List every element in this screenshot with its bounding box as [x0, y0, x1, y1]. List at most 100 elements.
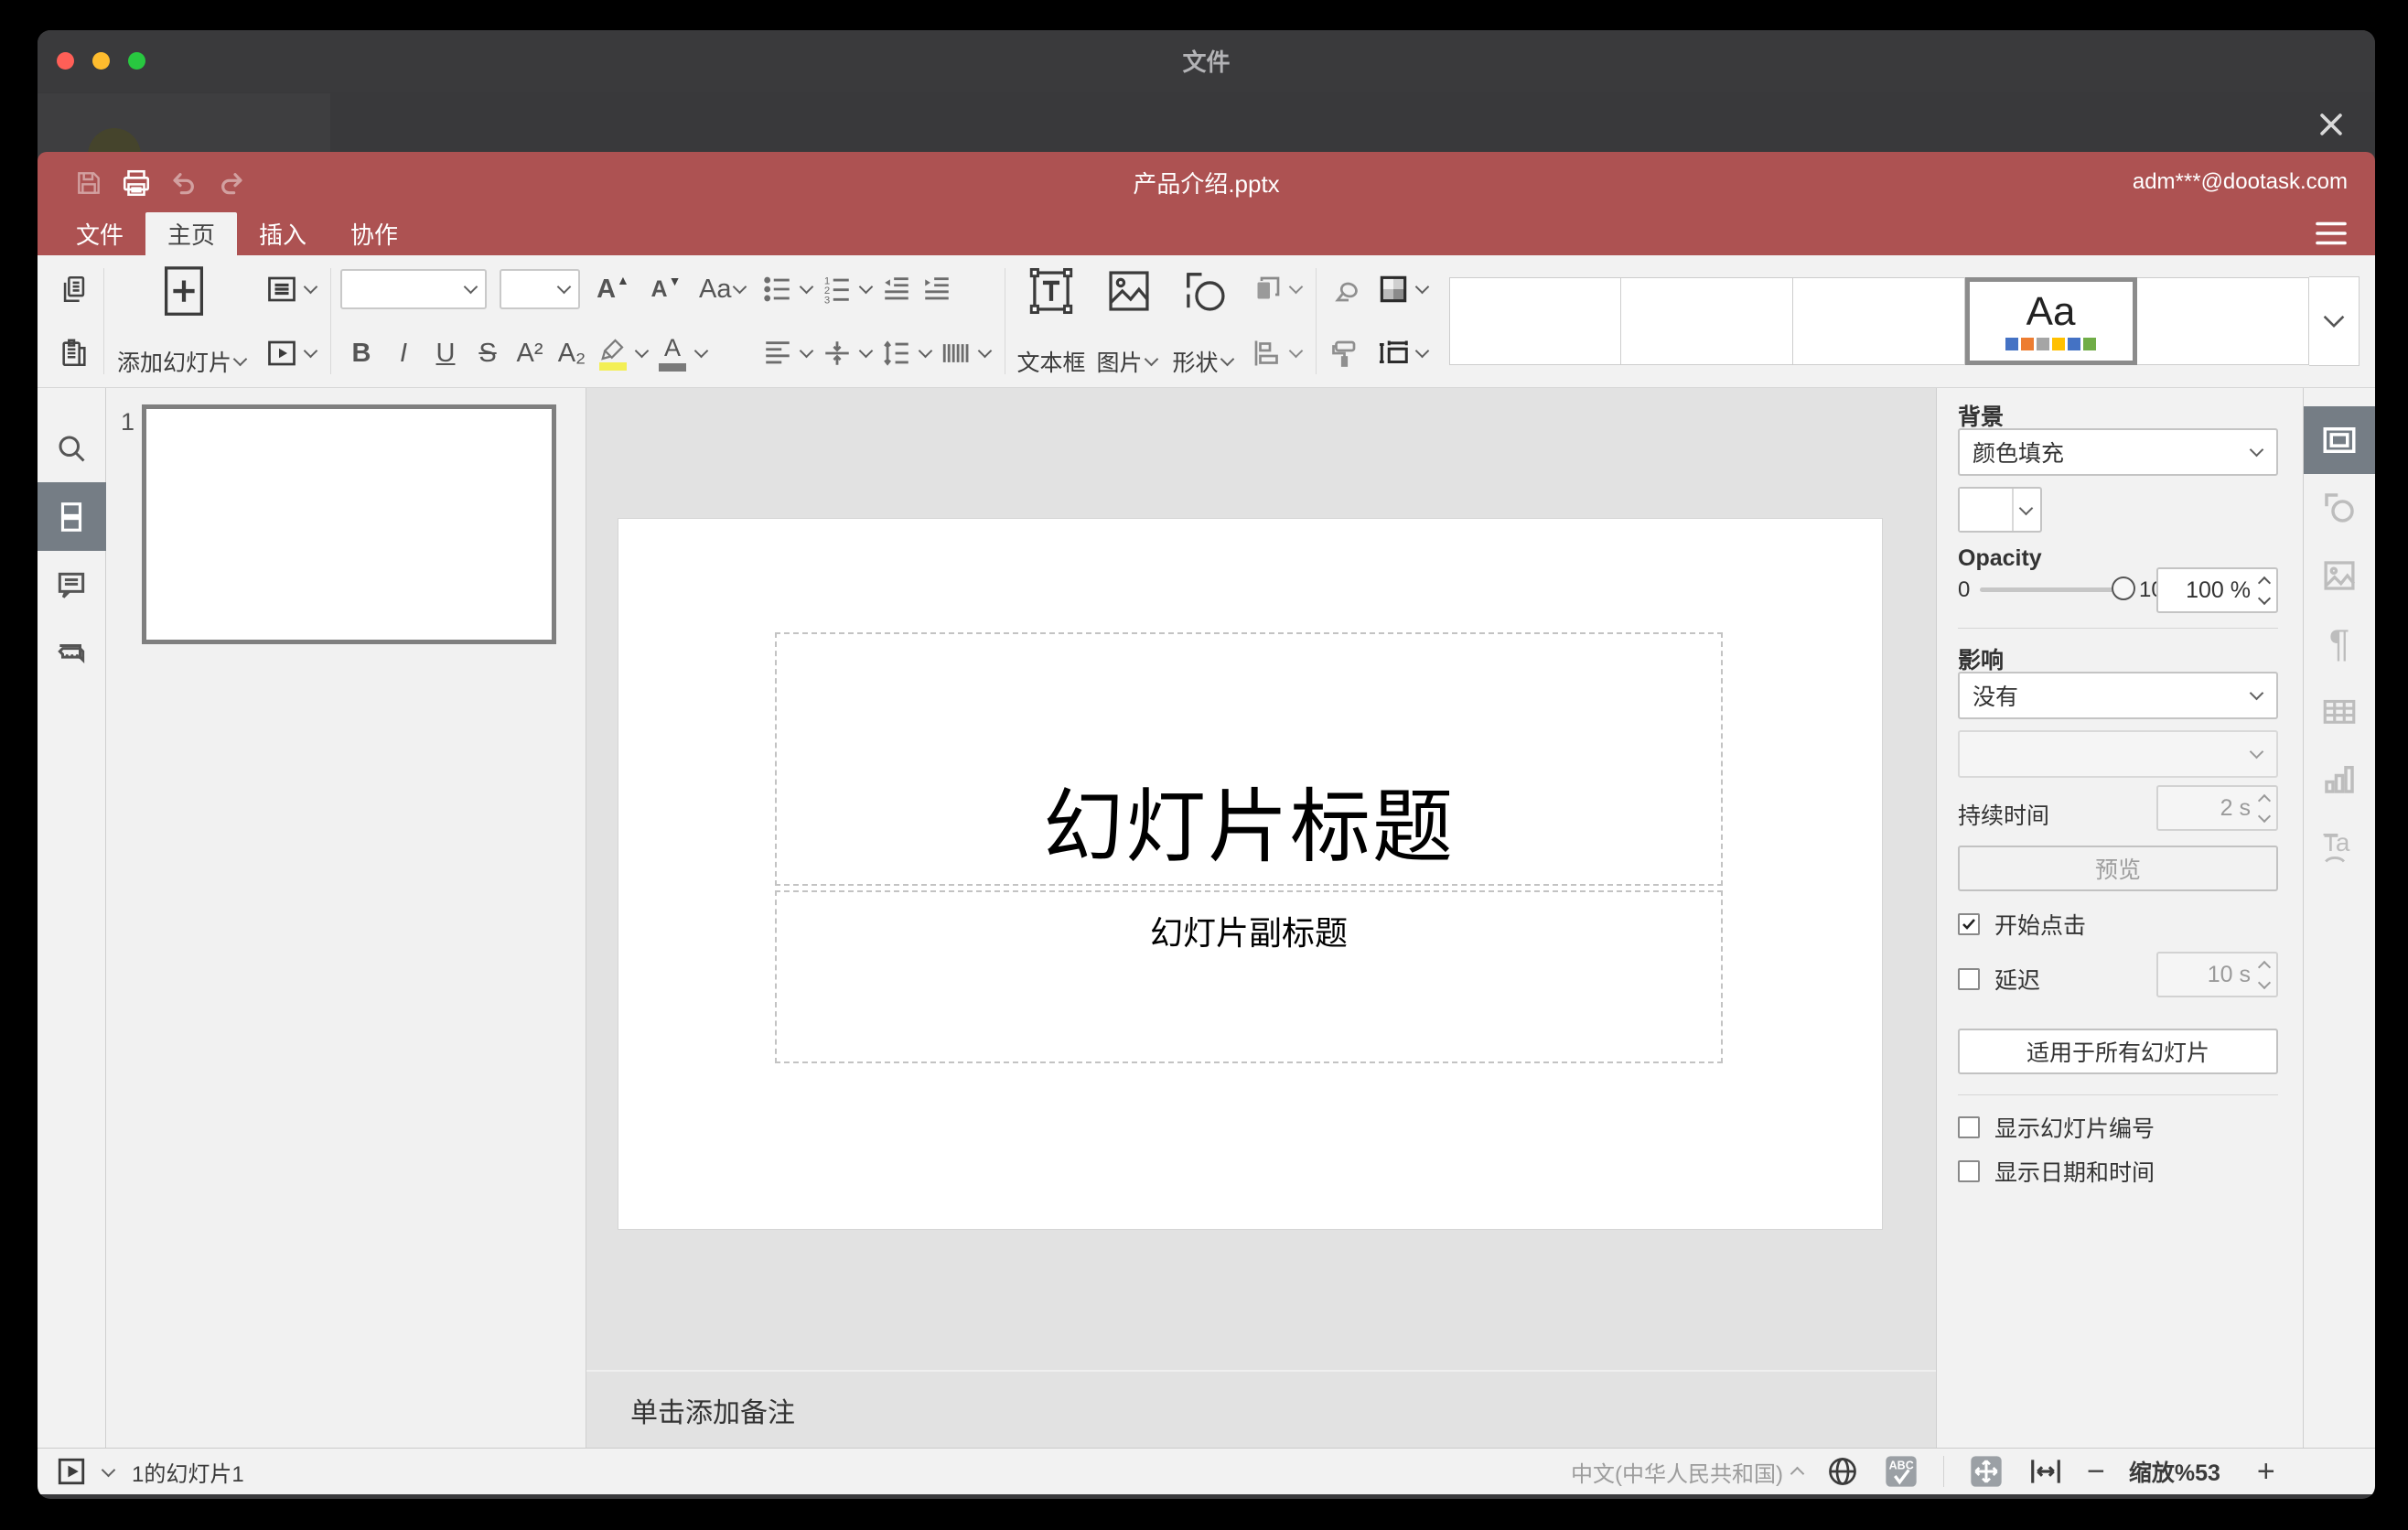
slide-canvas[interactable]: 幻灯片标题 幻灯片副标题	[586, 388, 1936, 1370]
fit-width-button[interactable]	[2028, 1454, 2063, 1489]
slide-thumbnail-content	[150, 413, 548, 636]
start-on-click-checkbox[interactable]	[1958, 913, 1980, 935]
decrease-indent-button[interactable]	[876, 268, 917, 310]
hamburger-menu-button[interactable]	[2311, 217, 2351, 250]
fill-type-select[interactable]: 颜色填充	[1958, 428, 2278, 476]
add-slide-button[interactable]: 添加幻灯片	[110, 255, 258, 387]
chevron-down-icon	[303, 279, 318, 294]
title-placeholder[interactable]: 幻灯片标题	[775, 632, 1723, 886]
zoom-out-button[interactable]: −	[2087, 1456, 2105, 1487]
image-settings-tab[interactable]	[2304, 542, 2376, 609]
show-slide-number-checkbox[interactable]	[1958, 1116, 1980, 1138]
theme-option[interactable]	[1448, 277, 1621, 365]
chart-settings-tab[interactable]	[2304, 745, 2376, 813]
spinner-arrows-icon[interactable]	[2257, 793, 2272, 823]
insert-image-button[interactable]: 图片	[1091, 255, 1167, 387]
theme-option-selected[interactable]: Aa	[1964, 277, 2137, 365]
line-spacing-button[interactable]	[876, 332, 917, 374]
underline-button[interactable]: U	[425, 332, 467, 374]
textart-settings-tab[interactable]: Ta	[2304, 813, 2376, 880]
font-color-button[interactable]: A	[652, 332, 693, 374]
start-preview-button[interactable]	[56, 1456, 87, 1487]
chevron-down-icon	[1220, 351, 1234, 366]
start-slideshow-button[interactable]	[262, 332, 302, 374]
vertical-align-button[interactable]	[817, 332, 857, 374]
tab-home[interactable]: 主页	[145, 212, 238, 255]
opacity-spinner[interactable]: 100 %	[2156, 567, 2278, 613]
slide-thumbnail-1[interactable]	[142, 404, 556, 644]
effect-select[interactable]: 没有	[1958, 672, 2278, 719]
bold-button[interactable]: B	[340, 332, 382, 374]
change-layout-button[interactable]	[262, 268, 302, 310]
background-color-picker[interactable]	[1958, 487, 2042, 533]
copy-style-button[interactable]	[1326, 332, 1366, 374]
delay-spinner[interactable]: 10 s	[2156, 952, 2278, 997]
tab-collaboration[interactable]: 协作	[328, 212, 420, 255]
show-date-time-checkbox[interactable]	[1958, 1160, 1980, 1182]
subtitle-placeholder[interactable]: 幻灯片副标题	[775, 890, 1723, 1063]
slide-surface[interactable]: 幻灯片标题 幻灯片副标题	[618, 519, 1882, 1229]
search-button[interactable]	[38, 414, 106, 482]
comments-button[interactable]	[38, 551, 106, 620]
align-shape-button[interactable]	[1247, 332, 1287, 374]
notes-area[interactable]: 单击添加备注	[586, 1370, 1936, 1448]
tab-file[interactable]: 文件	[54, 212, 145, 255]
chevron-down-icon	[733, 279, 747, 294]
tab-insert[interactable]: 插入	[237, 212, 328, 255]
increase-indent-button[interactable]	[917, 268, 957, 310]
shape-fill-button[interactable]	[1373, 268, 1414, 310]
chat-button[interactable]	[38, 620, 106, 688]
theme-option[interactable]	[1792, 277, 1965, 365]
apply-to-all-slides-button[interactable]: 适用于所有幻灯片	[1958, 1029, 2278, 1074]
theme-option[interactable]	[1620, 277, 1793, 365]
arrange-group	[1243, 255, 1310, 387]
highlight-color-button[interactable]	[593, 332, 633, 374]
paragraph-group: 123	[754, 255, 999, 387]
arrange-shape-button[interactable]	[1247, 268, 1287, 310]
strikethrough-button[interactable]: S	[467, 332, 509, 374]
document-title: 产品介绍.pptx	[1133, 169, 1280, 198]
copy-button[interactable]	[54, 268, 94, 310]
insert-textbox-button[interactable]: 文本框	[1011, 255, 1091, 387]
spellcheck-button[interactable]: ABC	[1883, 1453, 1919, 1490]
hamburger-icon	[2316, 221, 2347, 245]
slide-settings-tab[interactable]	[2303, 406, 2375, 474]
horizontal-align-button[interactable]	[758, 332, 798, 374]
opacity-slider-track[interactable]	[1980, 587, 2124, 592]
delay-checkbox[interactable]	[1958, 968, 1980, 990]
paste-button[interactable]	[54, 332, 94, 374]
columns-button[interactable]	[936, 332, 976, 374]
font-name-combo[interactable]	[340, 269, 487, 309]
insert-shape-button[interactable]: 形状	[1167, 255, 1243, 387]
document-language-button[interactable]	[1826, 1455, 1859, 1488]
close-editor-button[interactable]	[2309, 102, 2353, 146]
language-selector[interactable]: 中文(中华人民共和国)	[1571, 1456, 1805, 1488]
bullets-button[interactable]	[758, 268, 798, 310]
paragraph-settings-tab[interactable]: ¶	[2304, 609, 2376, 677]
subscript-button[interactable]: A₂	[551, 332, 593, 374]
slide-size-button[interactable]	[1373, 332, 1414, 374]
theme-gallery-expand-button[interactable]	[2308, 276, 2360, 366]
chevron-down-icon[interactable]	[101, 1462, 116, 1477]
spinner-arrows-icon[interactable]	[2257, 576, 2272, 605]
effect-type-select[interactable]	[1958, 730, 2278, 778]
duration-spinner[interactable]: 2 s	[2156, 785, 2278, 831]
increase-font-button[interactable]: A ▲	[593, 268, 633, 310]
opacity-slider-knob[interactable]	[2112, 576, 2135, 600]
spinner-arrows-icon[interactable]	[2257, 960, 2272, 989]
shape-settings-tab[interactable]	[2304, 474, 2376, 542]
clear-style-button[interactable]	[1326, 268, 1366, 310]
preview-button[interactable]: 预览	[1958, 846, 2278, 891]
copy-icon	[63, 275, 85, 303]
table-settings-tab[interactable]	[2304, 677, 2376, 745]
change-case-button[interactable]: Aa	[699, 268, 750, 310]
theme-option[interactable]	[2136, 277, 2309, 365]
numbering-button[interactable]: 123	[817, 268, 857, 310]
italic-button[interactable]: I	[382, 332, 425, 374]
slides-panel-button[interactable]	[38, 482, 106, 551]
font-size-combo[interactable]	[500, 269, 580, 309]
zoom-in-button[interactable]: +	[2257, 1456, 2275, 1487]
fit-slide-button[interactable]	[1968, 1453, 2005, 1490]
superscript-button[interactable]: A²	[509, 332, 551, 374]
decrease-font-button[interactable]: A ▼	[646, 268, 686, 310]
